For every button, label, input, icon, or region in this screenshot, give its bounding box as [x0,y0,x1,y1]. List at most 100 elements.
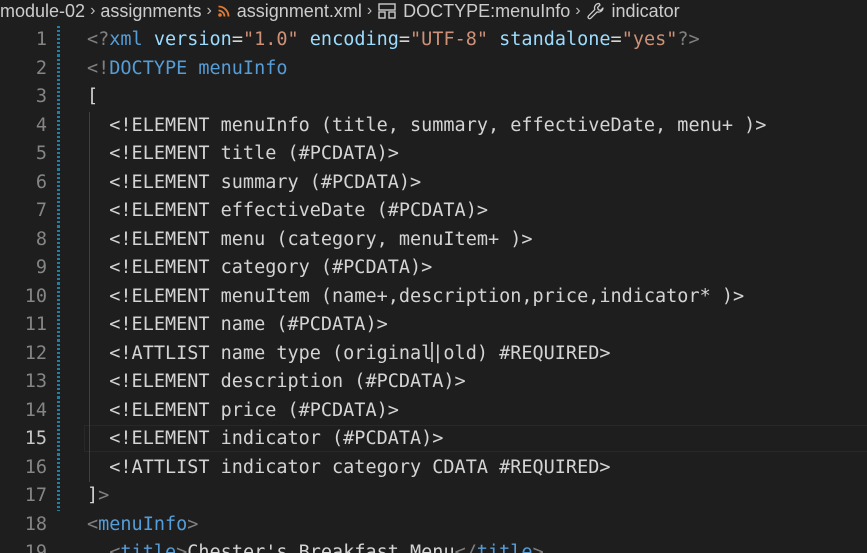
code-token: xml [109,29,143,50]
breadcrumb-label: DOCTYPE:menuInfo [403,0,571,21]
breadcrumb-item[interactable]: indicator [586,1,680,22]
breadcrumb-separator: › [206,2,212,19]
code-line[interactable]: 16 <!ATTLIST indicator category CDATA #R… [0,453,867,483]
code-token: > [98,485,110,506]
breadcrumb-item[interactable]: DOCTYPE:menuInfo [377,1,570,22]
code-token: <!ELEMENT description (#PCDATA)> [87,371,466,392]
code-line[interactable]: 11 <!ELEMENT name (#PCDATA)> [0,311,867,340]
line-number: 18 [24,513,47,535]
code-token: </ [454,542,477,553]
code-line[interactable]: 5 <!ELEMENT title (#PCDATA)> [0,140,867,169]
code-token: ?> [677,29,700,50]
code-text[interactable]: <!ELEMENT effectiveDate (#PCDATA)> [87,197,488,226]
code-text[interactable]: [ [87,83,98,112]
code-line[interactable]: 6 <!ELEMENT summary (#PCDATA)> [0,168,867,198]
code-text[interactable]: <title>Chester's Breakfast Menu</title> [87,539,544,553]
code-text[interactable]: <!ELEMENT menuItem (name+,description,pr… [87,283,744,312]
code-line[interactable]: 12 <!ATTLIST name type (original|old) #R… [0,339,867,369]
code-token: <? [87,29,110,50]
code-line[interactable]: 14 <!ELEMENT price (#PCDATA)> [0,396,867,426]
breadcrumb-item[interactable]: assignments [100,1,201,22]
code-text[interactable]: <!ELEMENT indicator (#PCDATA)> [87,425,443,454]
line-number: 13 [24,371,47,392]
code-line[interactable]: 10 <!ELEMENT menuItem (name+,description… [0,282,867,312]
line-number: 11 [24,314,47,335]
modified-gutter-indicator[interactable] [57,396,60,425]
code-token: = [398,29,411,50]
line-number: 4 [35,114,47,136]
modified-gutter-indicator[interactable] [57,368,60,397]
code-line[interactable]: 9 <!ELEMENT category (#PCDATA)> [0,254,867,283]
breadcrumb: module-02 › assignments › assignment.xml › DOC… [0,0,867,22]
code-token: DOCTYPE menuInfo [109,57,288,79]
modified-gutter-indicator[interactable] [57,140,60,169]
modified-gutter-indicator[interactable] [57,26,60,55]
code-text[interactable]: <!ATTLIST name type (original|old) #REQU… [87,340,611,369]
code-line[interactable]: 4 <!ELEMENT menuInfo (title, summary, ef… [0,111,867,141]
breadcrumb-separator: › [575,2,581,19]
code-text[interactable]: <!DOCTYPE menuInfo [87,55,288,84]
line-number: 9 [35,257,47,278]
modified-gutter-indicator[interactable] [57,425,60,454]
code-line[interactable]: 13 <!ELEMENT description (#PCDATA)> [0,368,867,397]
code-token: <!ELEMENT effectiveDate (#PCDATA)> [87,200,488,221]
code-text[interactable]: <!ELEMENT menuInfo (title, summary, effe… [87,112,766,141]
code-text[interactable]: <!ELEMENT category (#PCDATA)> [87,254,432,283]
modified-gutter-indicator[interactable] [57,168,60,197]
code-token: "yes" [621,29,678,50]
code-line[interactable]: 2 <!DOCTYPE menuInfo [0,54,867,84]
rss-icon [217,4,231,18]
code-text[interactable]: <!ELEMENT price (#PCDATA)> [87,397,399,426]
line-number: 5 [35,143,47,164]
code-editor[interactable]: 1 <?xml version="1.0" encoding="UTF-8" st… [0,26,867,553]
code-token: menuInfo [98,513,188,535]
code-text[interactable]: <?xml version="1.0" encoding="UTF-8" sta… [87,26,700,55]
code-token: <!ELEMENT indicator (#PCDATA)> [87,428,444,449]
modified-gutter-indicator[interactable] [57,339,60,368]
code-text[interactable]: <!ELEMENT title (#PCDATA)> [87,140,399,169]
code-text[interactable]: ]> [87,482,109,511]
code-token: <!ELEMENT category (#PCDATA)> [87,257,433,278]
line-number: 15 [24,428,47,449]
code-token: "1.0" [242,29,299,50]
code-token: version [153,29,232,50]
modified-gutter-indicator[interactable] [57,83,60,112]
breadcrumb-item[interactable]: module-02 [0,1,85,22]
modified-gutter-indicator[interactable] [57,282,60,311]
symbol-structure-icon [377,2,397,20]
code-token: <! [87,57,110,79]
code-text[interactable]: <!ELEMENT summary (#PCDATA)> [87,169,421,198]
code-text[interactable]: <!ELEMENT description (#PCDATA)> [87,368,466,397]
code-line[interactable]: 7 <!ELEMENT effectiveDate (#PCDATA)> [0,197,867,226]
code-line[interactable]: 8 <!ELEMENT menu (category, menuItem+ )> [0,225,867,255]
code-token: <!ELEMENT summary (#PCDATA)> [87,171,422,193]
modified-gutter-indicator[interactable] [57,197,60,226]
code-text[interactable]: <!ELEMENT menu (category, menuItem+ )> [87,226,532,255]
modified-gutter-indicator[interactable] [57,311,60,340]
code-token: [ [87,86,99,107]
code-line[interactable]: 15 <!ELEMENT indicator (#PCDATA)> [0,425,867,454]
code-token: <!ELEMENT name (#PCDATA)> [87,314,388,335]
code-line[interactable]: 17]> [0,482,867,511]
code-token: Chester's Breakfast Menu [187,542,455,553]
code-token: <!ELEMENT menuInfo (title, summary, effe… [87,114,767,136]
breadcrumb-item[interactable]: assignment.xml [217,1,362,22]
code-token: standalone [499,29,611,50]
modified-gutter-indicator[interactable] [57,254,60,283]
code-text[interactable]: <!ELEMENT name (#PCDATA)> [87,311,388,340]
code-token: > [532,542,544,553]
code-text[interactable]: <!ATTLIST indicator category CDATA #REQU… [87,454,610,483]
code-line[interactable]: 18 <menuInfo> [0,511,867,540]
code-line[interactable]: 19 <title>Chester's Breakfast Menu</titl… [0,539,867,553]
modified-gutter-indicator[interactable] [57,54,60,83]
modified-gutter-indicator[interactable] [57,453,60,482]
line-number: 19 [24,542,47,553]
modified-gutter-indicator[interactable] [57,225,60,254]
code-text[interactable]: <menuInfo> [87,511,198,540]
modified-gutter-indicator[interactable] [57,482,60,511]
code-token: <!ATTLIST indicator category CDATA #REQU… [87,456,611,478]
modified-gutter-indicator[interactable] [57,111,60,140]
code-line[interactable]: 1 <?xml version="1.0" encoding="UTF-8" st… [0,26,867,55]
code-line[interactable]: 3[ [0,83,867,112]
